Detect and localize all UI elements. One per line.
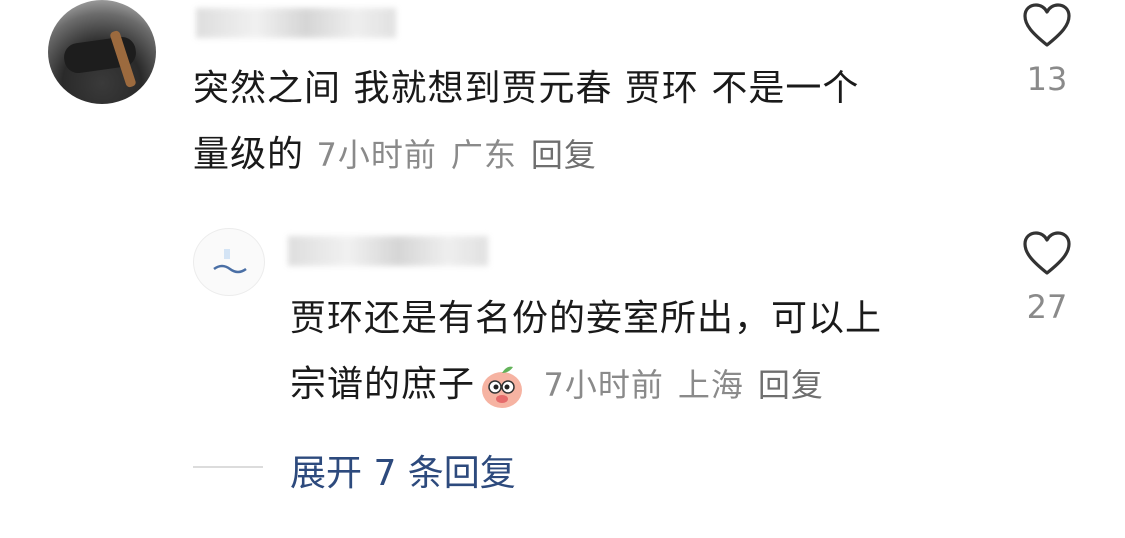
comment-line-2-text: 量级的 bbox=[193, 134, 305, 175]
reply-like-count: 27 bbox=[1026, 288, 1068, 326]
reply-line-1: 贾环还是有名份的妾室所出，可以上 bbox=[290, 298, 883, 339]
heart-icon bbox=[1023, 231, 1071, 275]
reply-location: 上海 bbox=[677, 366, 744, 404]
expand-replies-button[interactable]: 展开 7 条回复 bbox=[290, 444, 516, 496]
comment-location: 广东 bbox=[450, 136, 517, 174]
reply-text: 贾环还是有名份的妾室所出，可以上 宗谱的庶子 7小时前 上海 回复 bbox=[290, 286, 990, 418]
comment-meta: 7小时前 广东 回复 bbox=[316, 136, 610, 174]
reply-button[interactable]: 回复 bbox=[531, 136, 597, 174]
comment-text: 突然之间 我就想到贾元春 贾环 不是一个 量级的 7小时前 广东 回复 bbox=[193, 56, 973, 188]
like-button[interactable]: 13 bbox=[1012, 2, 1082, 98]
peach-emoji-icon bbox=[477, 361, 527, 411]
reply-avatar[interactable] bbox=[193, 228, 265, 296]
reply-time: 7小时前 bbox=[543, 366, 664, 404]
avatar[interactable] bbox=[48, 0, 156, 104]
comment-time: 7小时前 bbox=[316, 136, 437, 174]
divider bbox=[193, 466, 263, 468]
reply-line-2: 宗谱的庶子 7小时前 上海 回复 bbox=[290, 352, 990, 418]
heart-icon bbox=[1023, 3, 1071, 47]
reply-line-2-text: 宗谱的庶子 bbox=[290, 364, 476, 405]
comment-line-2: 量级的 7小时前 广东 回复 bbox=[193, 122, 973, 188]
reply-like-button[interactable]: 27 bbox=[1012, 230, 1082, 326]
avatar-wave-icon bbox=[213, 249, 247, 274]
comment-line-1: 突然之间 我就想到贾元春 贾环 不是一个 bbox=[193, 68, 860, 109]
reply-reply-button[interactable]: 回复 bbox=[758, 366, 824, 404]
reply-username-blurred[interactable] bbox=[288, 236, 488, 266]
like-count: 13 bbox=[1026, 60, 1068, 98]
reply-meta: 7小时前 上海 回复 bbox=[543, 366, 837, 404]
username-blurred[interactable] bbox=[196, 8, 396, 38]
